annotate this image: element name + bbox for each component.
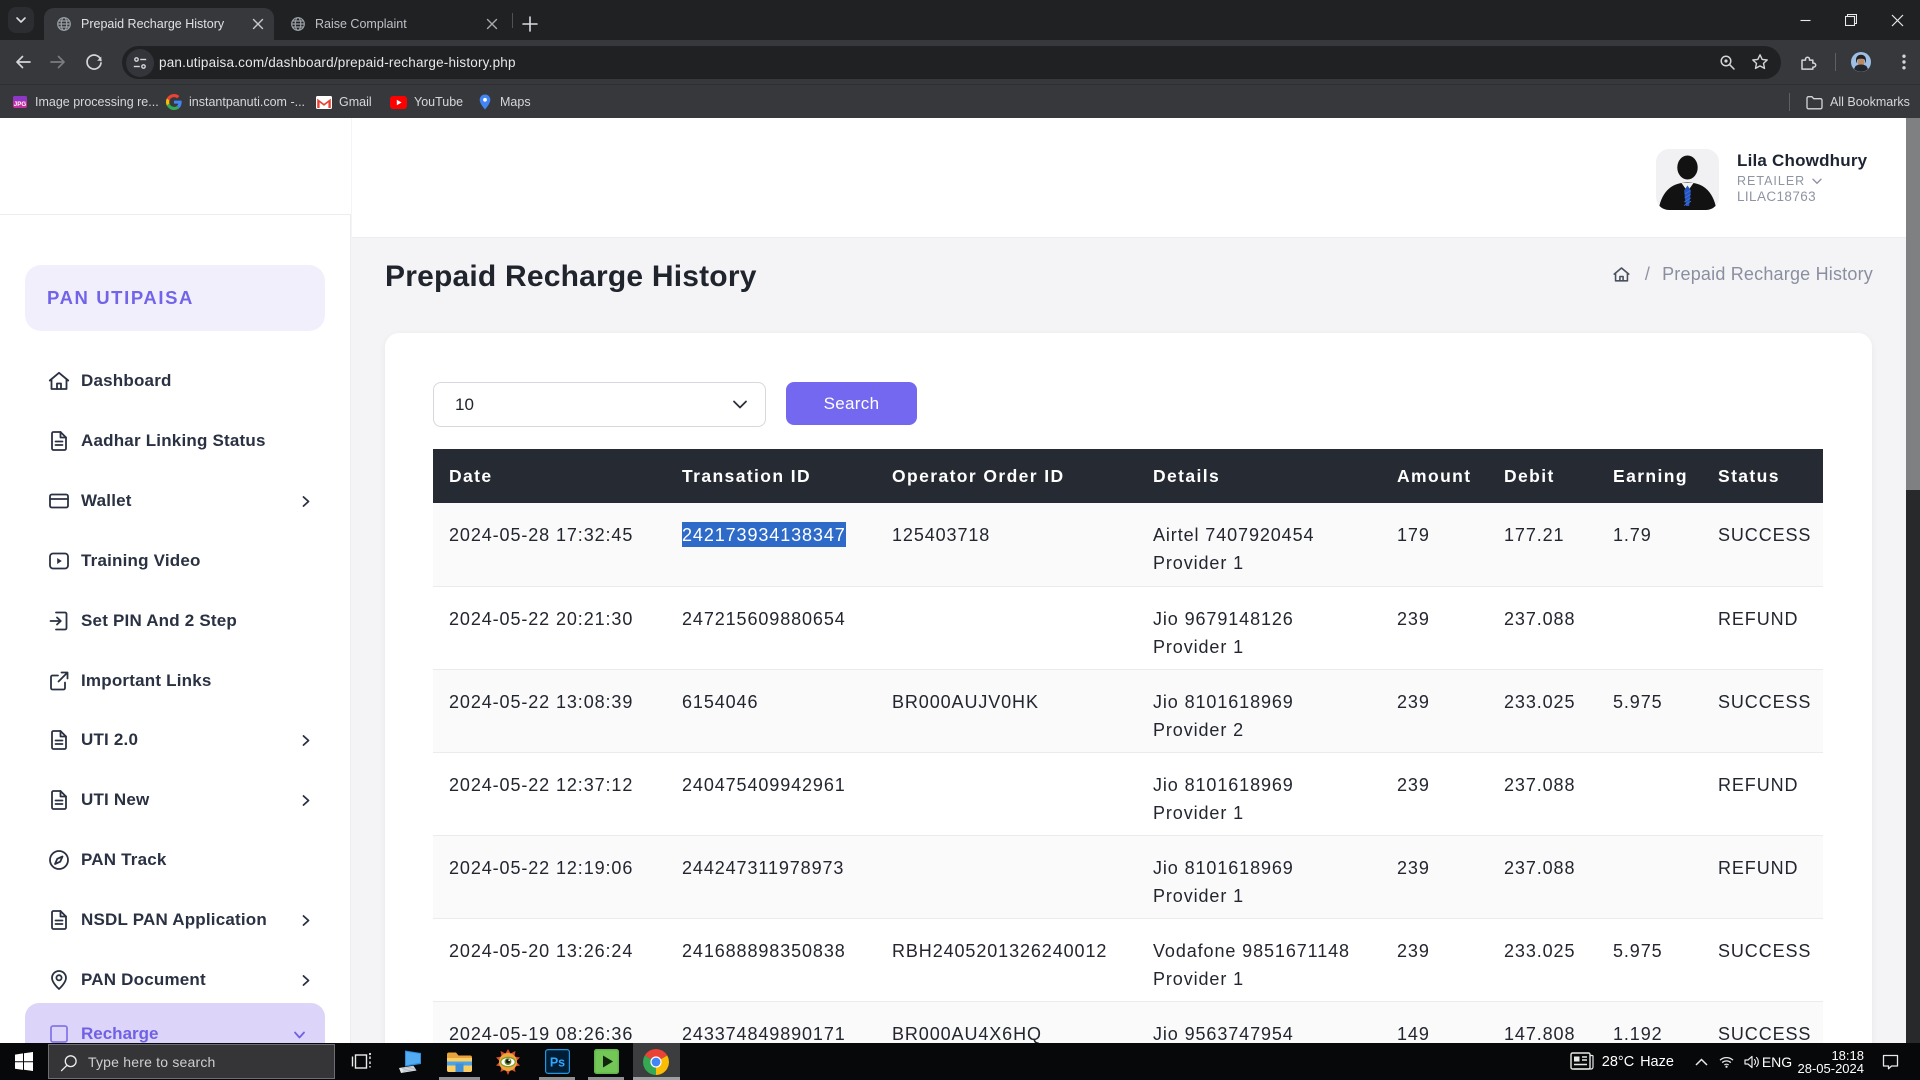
svg-text:JPG: JPG	[14, 101, 27, 108]
svg-text:Ps: Ps	[549, 1056, 564, 1070]
